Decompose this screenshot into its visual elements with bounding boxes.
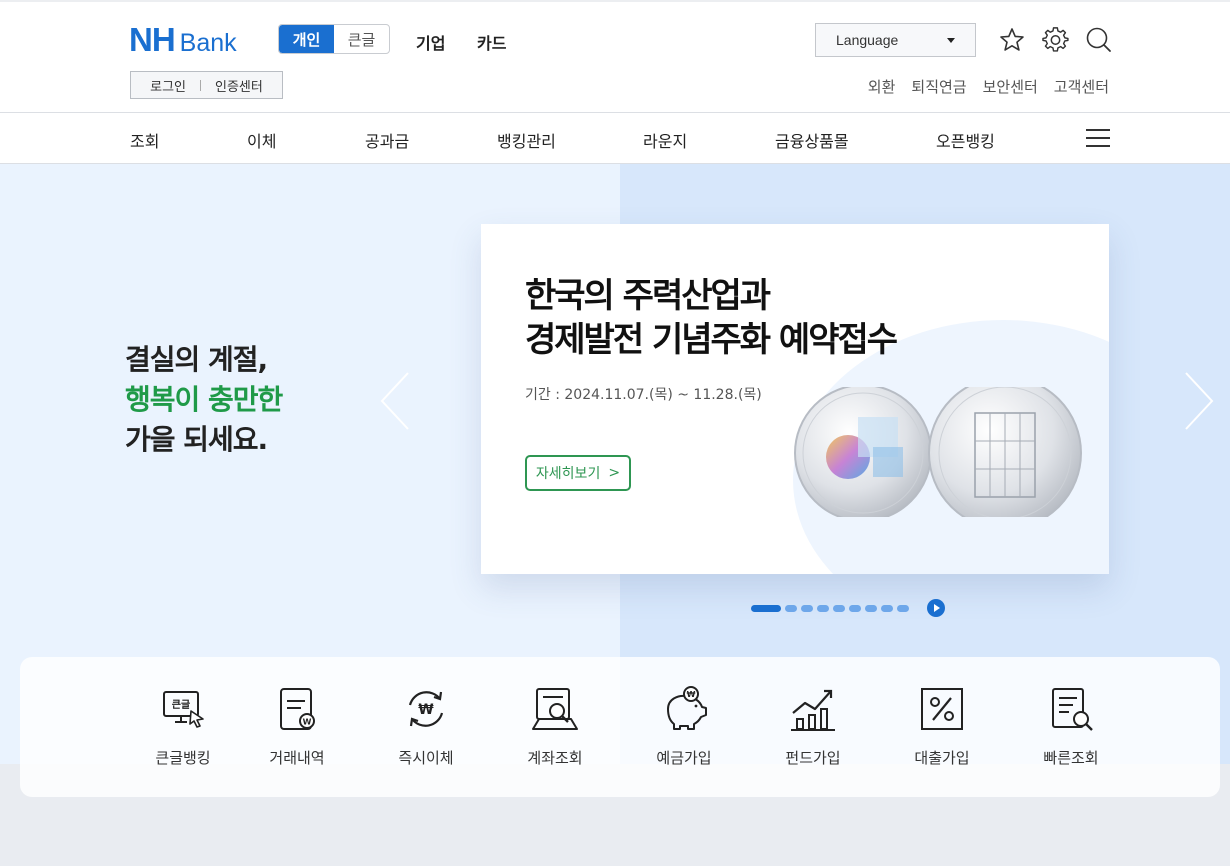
mode-largefont-button[interactable]: 큰글 — [334, 25, 389, 53]
large-font-banking-icon: 큰글 — [163, 691, 204, 728]
gear-icon[interactable] — [1042, 26, 1070, 54]
autoplay-play-icon[interactable] — [927, 599, 945, 617]
gnb-item-inquiry[interactable]: 조회 — [130, 128, 159, 152]
hamburger-menu-icon[interactable] — [1086, 128, 1110, 148]
pager-dot[interactable] — [897, 604, 909, 612]
mode-personal-button[interactable]: 개인 — [279, 25, 334, 53]
large-font-icon-text: 큰글 — [172, 699, 190, 711]
caret-down-icon — [947, 38, 955, 43]
next-slide-arrow-icon[interactable] — [1180, 369, 1220, 433]
quick-item-account-inquiry[interactable]: 계좌조회 — [490, 685, 620, 768]
instant-transfer-icon: ₩ — [408, 691, 444, 727]
util-link-security[interactable]: 보안센터 — [983, 76, 1038, 97]
gnb-item-transfer[interactable]: 이체 — [247, 128, 276, 152]
language-select-value: Language — [836, 32, 899, 48]
slogan-line-1: 결실의 계절, — [125, 343, 268, 376]
coin-won-text: ₩ — [687, 690, 696, 699]
quick-item-label: 예금가입 — [656, 749, 712, 767]
quick-item-label: 대출가입 — [914, 749, 970, 767]
banner-title: 한국의 주력산업과 경제발전 기념주화 예약접수 — [525, 274, 898, 362]
loan-percent-icon — [921, 688, 963, 730]
banner-period: 기간 : 2024.11.07.(목) ~ 11.28.(목) — [525, 387, 762, 403]
gnb-item-financial-mall[interactable]: 금융상품몰 — [775, 128, 849, 152]
quick-item-deposit[interactable]: ₩ 예금가입 — [619, 685, 749, 768]
gnb-item-banking-management[interactable]: 뱅킹관리 — [497, 128, 556, 152]
card-link[interactable]: 카드 — [477, 30, 506, 54]
login-divider — [200, 79, 202, 91]
gnb-item-lounge[interactable]: 라운지 — [643, 128, 687, 152]
prev-slide-arrow-icon[interactable] — [376, 369, 416, 433]
account-inquiry-icon — [532, 688, 578, 730]
banner-title-line-1: 한국의 주력산업과 — [525, 276, 771, 316]
quick-item-label: 펀드가입 — [785, 749, 841, 767]
slide-pager — [751, 599, 945, 617]
quick-item-large-font-banking[interactable]: 큰글 큰글뱅킹 — [118, 685, 248, 768]
quick-item-quick-inquiry[interactable]: 빠른조회 — [1006, 685, 1136, 768]
fund-chart-icon — [791, 689, 835, 731]
logo-nh-text: NH — [129, 21, 176, 58]
util-link-customer[interactable]: 고객센터 — [1054, 76, 1109, 97]
corporate-link[interactable]: 기업 — [416, 30, 445, 54]
utility-links: 외환 퇴직연금 보안센터 고객센터 — [868, 76, 1109, 97]
slogan-line-3: 가을 되세요. — [125, 423, 268, 456]
quick-item-loan[interactable]: 대출가입 — [877, 685, 1007, 768]
won-mark-text: W — [303, 718, 312, 727]
quick-item-instant-transfer[interactable]: ₩ 즉시이체 — [361, 685, 491, 768]
won-symbol-text: ₩ — [418, 702, 434, 718]
util-link-pension[interactable]: 퇴직연금 — [911, 76, 966, 97]
commemorative-coins-image — [794, 387, 1082, 517]
gnb-item-utility-bills[interactable]: 공과금 — [365, 128, 409, 152]
quick-item-label: 거래내역 — [269, 749, 325, 767]
pager-dot[interactable] — [849, 604, 861, 612]
quick-item-label: 즉시이체 — [398, 749, 454, 767]
pager-dot[interactable] — [785, 604, 797, 612]
banner-title-line-2: 경제발전 기념주화 예약접수 — [525, 320, 898, 360]
pager-dot[interactable] — [751, 604, 781, 612]
pager-dot[interactable] — [865, 604, 877, 612]
slogan-line-2: 행복이 충만한 — [125, 383, 283, 416]
banner-detail-button[interactable]: 자세히보기 > — [525, 455, 631, 491]
quick-inquiry-icon — [1052, 688, 1093, 731]
quick-item-label: 큰글뱅킹 — [155, 749, 211, 767]
gnb-item-open-banking[interactable]: 오픈뱅킹 — [936, 128, 995, 152]
pager-dot[interactable] — [833, 604, 845, 612]
promo-banner[interactable]: 한국의 주력산업과 경제발전 기념주화 예약접수 기간 : 2024.11.07… — [481, 224, 1109, 574]
logo-bank-text: Bank — [179, 29, 237, 57]
chevron-right-icon: > — [608, 465, 621, 481]
cert-center-link[interactable]: 인증센터 — [215, 76, 263, 95]
pager-dot[interactable] — [801, 604, 813, 612]
language-select[interactable]: Language — [815, 23, 976, 57]
nh-bank-logo[interactable]: NH Bank — [129, 23, 237, 56]
header: NH Bank 개인 큰글 기업 카드 로그인 인증센터 Language 외환… — [0, 0, 1230, 113]
piggy-bank-icon: ₩ — [667, 686, 707, 730]
quick-item-label: 빠른조회 — [1043, 749, 1099, 767]
quick-menu: 큰글 큰글뱅킹 W 거래내역 ₩ 즉시이체 계좌조회 ₩ 예금가입 펀드가입 대… — [20, 657, 1220, 797]
hero-slogan: 결실의 계절, 행복이 충만한 가을 되세요. — [125, 340, 283, 460]
quick-item-fund[interactable]: 펀드가입 — [748, 685, 878, 768]
util-link-forex[interactable]: 외환 — [868, 76, 896, 97]
quick-item-transaction-history[interactable]: W 거래내역 — [232, 685, 362, 768]
login-box: 로그인 인증센터 — [130, 71, 283, 99]
mode-toggle: 개인 큰글 — [278, 24, 390, 54]
pager-dot[interactable] — [817, 604, 829, 612]
banner-detail-label: 자세히보기 — [535, 466, 601, 482]
quick-item-label: 계좌조회 — [527, 749, 583, 767]
star-icon[interactable] — [998, 26, 1026, 54]
pager-dot[interactable] — [881, 604, 893, 612]
transaction-history-icon: W — [280, 688, 315, 730]
main-navigation: 조회 이체 공과금 뱅킹관리 라운지 금융상품몰 오픈뱅킹 — [0, 113, 1230, 164]
search-icon[interactable] — [1085, 26, 1113, 54]
login-link[interactable]: 로그인 — [150, 76, 186, 95]
